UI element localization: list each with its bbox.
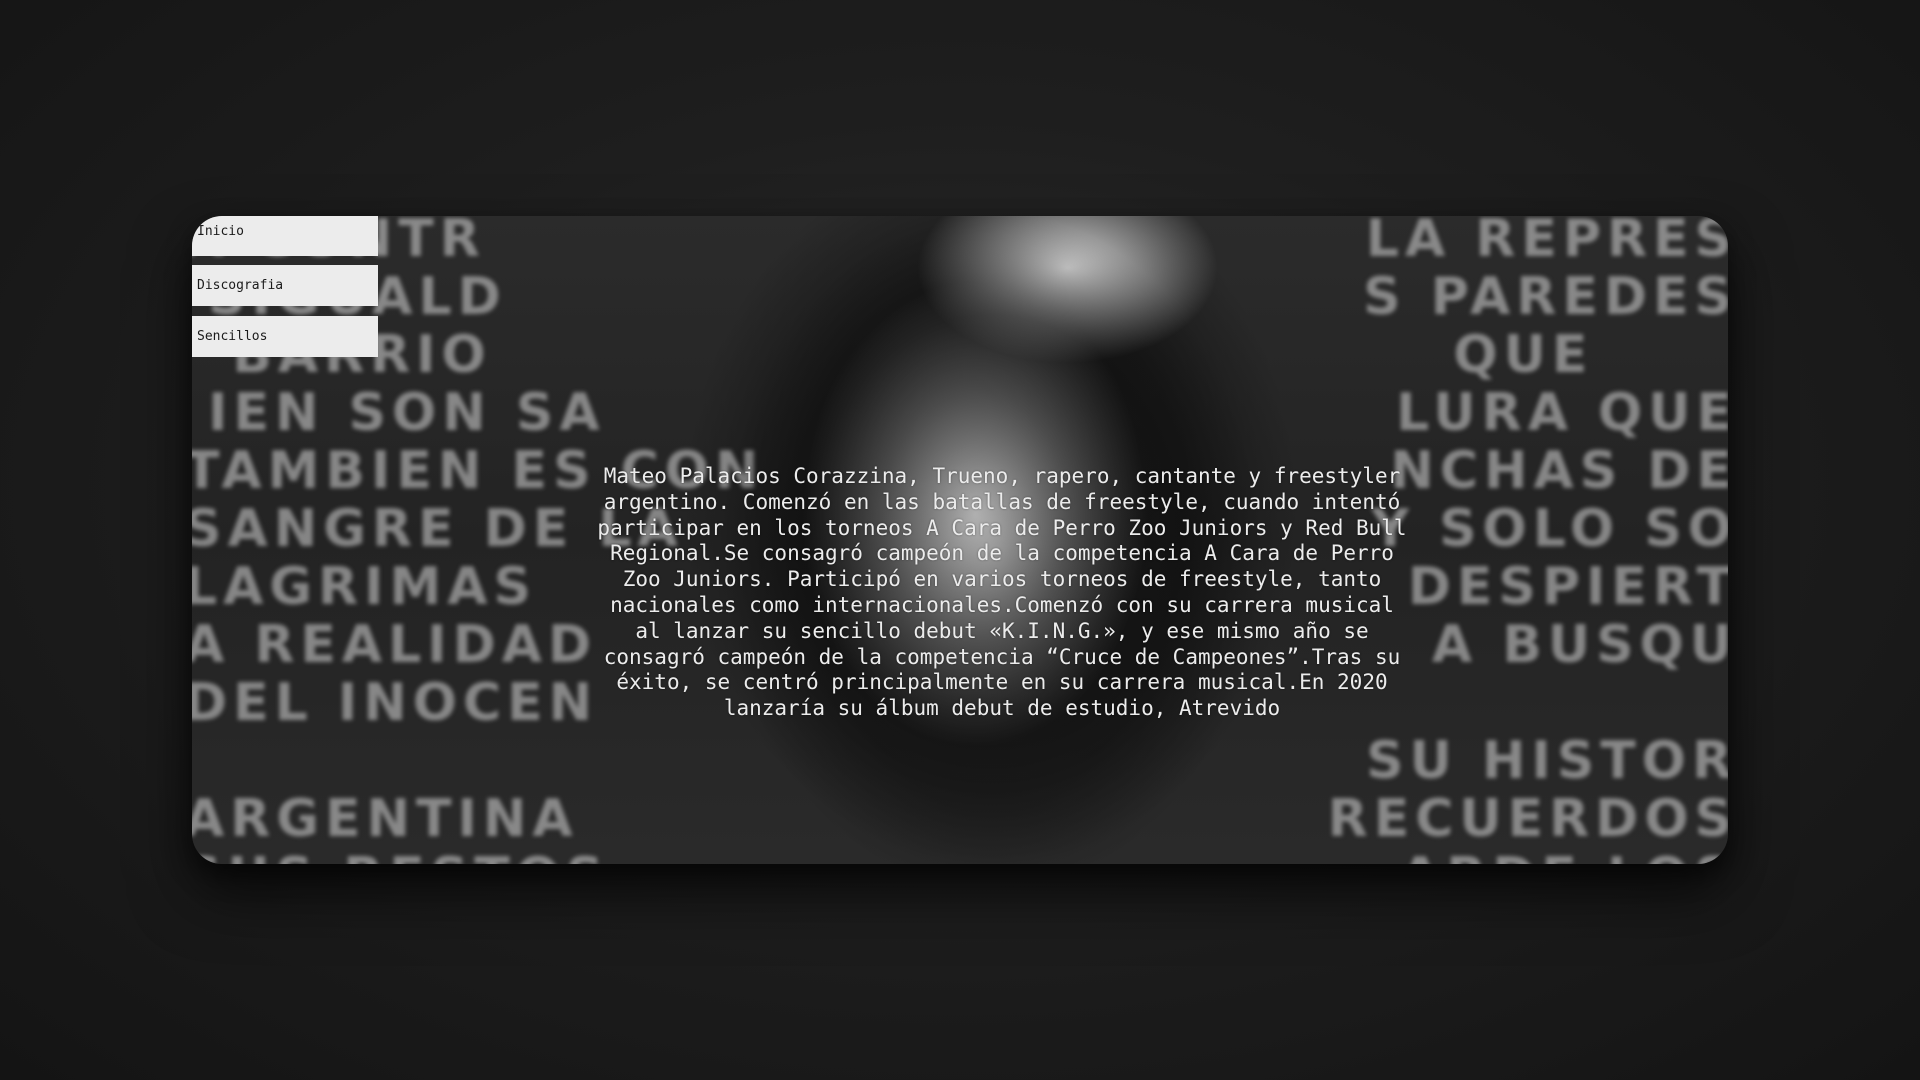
artist-bio-text: Mateo Palacios Corazzina, Trueno, rapero… bbox=[597, 464, 1407, 721]
main-nav: Inicio Discografia Sencillos bbox=[192, 216, 378, 367]
nav-item-discografia[interactable]: Discografia bbox=[192, 265, 378, 306]
nav-item-inicio[interactable]: Inicio bbox=[192, 216, 378, 256]
nav-item-sencillos[interactable]: Sencillos bbox=[192, 316, 378, 357]
hero-card: ​A CONTR SIGUALD BARRIO IEN SON SATAMBIE… bbox=[192, 216, 1728, 864]
